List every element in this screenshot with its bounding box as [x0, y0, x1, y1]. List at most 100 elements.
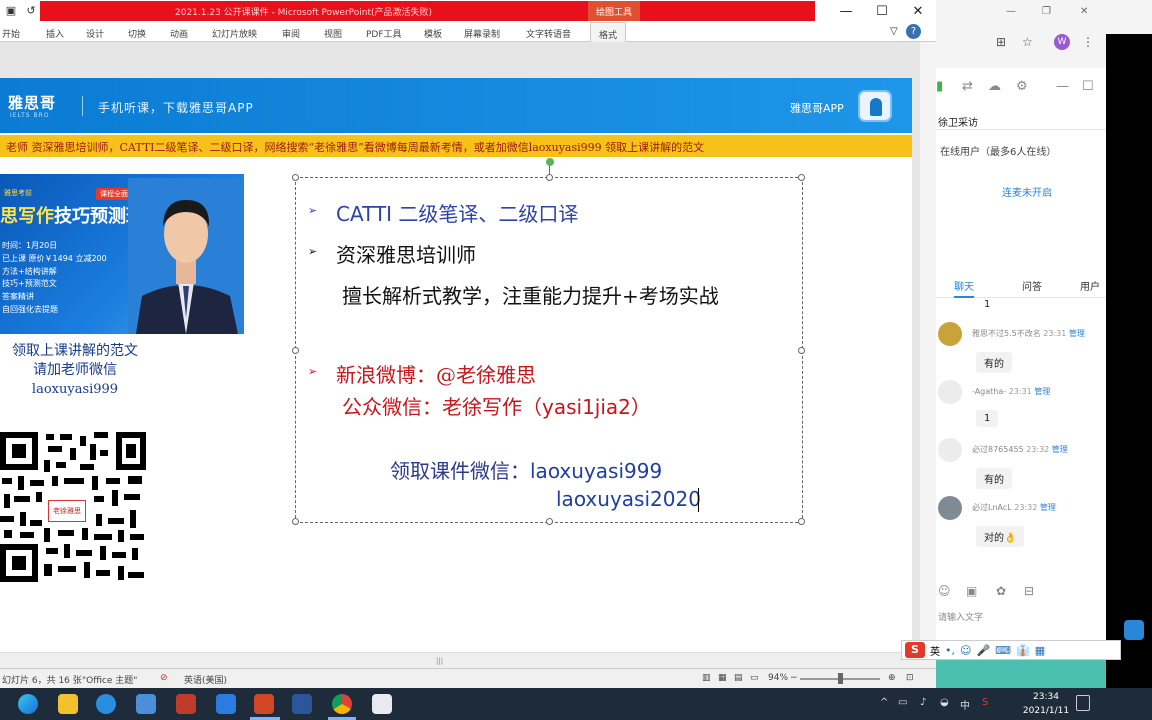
maximize-button[interactable]: ☐ [864, 0, 900, 22]
send-button[interactable] [1124, 620, 1144, 640]
bullet-arrow-icon: ➢ [308, 245, 318, 258]
toolbox-icon[interactable]: ▦ [1035, 644, 1045, 657]
help-icon[interactable]: ? [906, 24, 921, 39]
resize-handle[interactable] [546, 518, 553, 525]
word-icon[interactable] [292, 694, 312, 714]
volume-icon[interactable]: ♪ [920, 697, 926, 708]
clock[interactable]: 23:34 2021/1/11 [1018, 690, 1074, 718]
browser-menu-icon[interactable]: ⋮ [1082, 35, 1094, 49]
tab-home[interactable]: 开始 [2, 27, 20, 40]
tab-review[interactable]: 审阅 [282, 27, 300, 40]
save-icon[interactable]: ▣ [4, 2, 18, 18]
resize-handle[interactable] [798, 347, 805, 354]
normal-view-icon[interactable]: ▥ [702, 673, 711, 683]
poster-kicker: 雅思考前 [4, 189, 32, 197]
edge-icon[interactable] [18, 694, 38, 714]
swap-icon[interactable]: ⇄ [962, 79, 973, 94]
tray-app-icon[interactable]: ◒ [940, 697, 949, 708]
horizontal-scrollbar[interactable]: ||| [0, 652, 936, 668]
mic-icon[interactable]: 🎤 [976, 644, 990, 657]
close-button[interactable]: ✕ [900, 0, 936, 22]
tab-view[interactable]: 视图 [324, 27, 342, 40]
tab-format[interactable]: 格式 [590, 22, 627, 42]
tab-qa[interactable]: 问答 [1022, 278, 1042, 293]
cloud-app-icon[interactable] [372, 694, 392, 714]
tab-transitions[interactable]: 切换 [128, 27, 146, 40]
rotate-handle[interactable] [546, 158, 554, 166]
ime-tray-icon[interactable]: 中 [960, 697, 970, 712]
zoom-in-icon[interactable]: ⊕ [888, 673, 896, 683]
tray-arrow-icon[interactable]: ^ [880, 697, 888, 708]
resize-handle[interactable] [292, 174, 299, 181]
emoji-icon[interactable]: ☺ [938, 584, 951, 598]
bookmark-star-icon[interactable]: ☆ [1022, 35, 1033, 49]
tab-text-to-speech[interactable]: 文字转语音 [526, 27, 571, 40]
fit-window-icon[interactable]: ⊡ [906, 673, 914, 683]
chat-input[interactable]: 请输入文字 [938, 610, 983, 623]
minimize-panel-icon[interactable]: — [1056, 79, 1069, 94]
tab-insert[interactable]: 插入 [46, 27, 64, 40]
slide[interactable]: 雅思哥 IELTS BRO 手机听课，下载雅思哥APP 雅思哥APP 老师 资深… [0, 78, 912, 661]
skin-icon[interactable]: 👔 [1016, 644, 1030, 657]
settings-icon[interactable]: ⚙ [1016, 79, 1028, 94]
sogou-tray-icon[interactable]: S [982, 697, 988, 708]
language-label[interactable]: 英语(美国) [184, 673, 227, 686]
ime-language[interactable]: 英 [930, 643, 940, 658]
tab-users[interactable]: 用户 [1080, 278, 1100, 293]
punctuation-icon[interactable]: •, [945, 644, 955, 657]
resize-handle[interactable] [292, 347, 299, 354]
selected-text-box[interactable]: ➢ CATTI 二级笔译、二级口译 ➢ 资深雅思培训师 擅长解析式教学，注重能力… [292, 158, 805, 525]
resize-handle[interactable] [798, 174, 805, 181]
ribbon-tabs: 开始 插入 设计 切换 动画 幻灯片放映 审阅 视图 PDF工具 模板 屏幕录制… [0, 22, 936, 42]
manage-link[interactable]: 管理 [1040, 503, 1056, 512]
collapse-ribbon-icon[interactable]: ▽ [890, 26, 898, 37]
ie-icon[interactable] [216, 694, 236, 714]
close-browser-icon[interactable]: ✕ [1080, 6, 1088, 17]
manage-link[interactable]: 管理 [1034, 387, 1050, 396]
vertical-scrollbar[interactable] [920, 42, 936, 652]
network-icon[interactable]: ▭ [898, 697, 907, 708]
slideshow-view-icon[interactable]: ▭ [750, 673, 759, 683]
resize-handle[interactable] [292, 518, 299, 525]
tab-templates[interactable]: 模板 [424, 27, 442, 40]
emoji-ime-icon[interactable]: ☺ [960, 644, 971, 657]
app-s-icon[interactable] [96, 694, 116, 714]
manage-link[interactable]: 管理 [1069, 329, 1085, 338]
tab-design[interactable]: 设计 [86, 27, 104, 40]
translate-icon[interactable]: ⊞ [996, 35, 1006, 49]
maximize-panel-icon[interactable]: ☐ [1082, 79, 1094, 94]
drawing-tools-label: 绘图工具 [588, 1, 640, 21]
tab-animations[interactable]: 动画 [170, 27, 188, 40]
manage-link[interactable]: 管理 [1052, 445, 1068, 454]
file-explorer-icon[interactable] [58, 694, 78, 714]
zoom-slider-thumb[interactable] [838, 673, 843, 684]
tab-screen-record[interactable]: 屏幕录制 [464, 27, 500, 40]
flower-icon[interactable]: ✿ [996, 584, 1006, 598]
scroll-grip-icon[interactable]: ||| [436, 657, 444, 665]
resize-handle[interactable] [546, 174, 553, 181]
media-icon[interactable] [176, 694, 196, 714]
resize-handle[interactable] [798, 518, 805, 525]
sogou-icon[interactable]: S [905, 642, 925, 658]
notification-icon[interactable] [1076, 695, 1090, 711]
spellcheck-icon[interactable]: ⊘ [160, 673, 168, 683]
profile-avatar[interactable]: W [1054, 34, 1070, 50]
minimize-button[interactable]: — [828, 0, 864, 22]
sorter-view-icon[interactable]: ▦ [718, 673, 727, 683]
chrome-icon[interactable] [332, 694, 352, 714]
minimize-browser-icon[interactable]: — [1006, 6, 1016, 17]
tab-pdf-tools[interactable]: PDF工具 [366, 27, 402, 40]
undo-icon[interactable]: ↺ [24, 2, 38, 18]
image-icon[interactable]: ▣ [966, 584, 977, 598]
reading-view-icon[interactable]: ▤ [734, 673, 743, 683]
restore-browser-icon[interactable]: ❐ [1042, 6, 1051, 17]
cloud-icon[interactable]: ☁ [988, 79, 1001, 94]
tab-chat[interactable]: 聊天 [954, 278, 974, 298]
zoom-level[interactable]: 94% [768, 673, 788, 683]
zoom-out-icon[interactable]: − [790, 673, 798, 683]
powerpoint-icon[interactable] [254, 694, 274, 714]
mail-icon[interactable] [136, 694, 156, 714]
tab-slideshow[interactable]: 幻灯片放映 [212, 27, 257, 40]
keyboard-icon[interactable]: ⌨ [995, 644, 1011, 657]
gift-icon[interactable]: ⊟ [1024, 584, 1034, 598]
